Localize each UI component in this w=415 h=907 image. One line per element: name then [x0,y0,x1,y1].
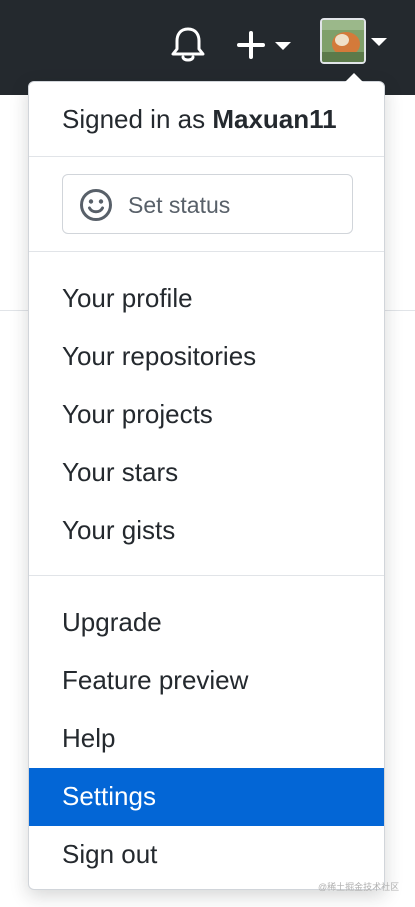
caret-down-icon [275,42,291,50]
menu-item-label: Your gists [62,515,176,545]
menu-item-your-projects[interactable]: Your projects [29,386,384,444]
menu-item-sign-out[interactable]: Sign out [29,826,384,884]
menu-item-label: Feature preview [62,665,249,695]
menu-item-label: Your projects [62,399,213,429]
menu-item-label: Help [62,723,116,753]
user-dropdown-menu: Signed in as Maxuan11 Set status Your pr… [28,73,385,890]
bell-icon [171,27,205,62]
divider [29,575,384,576]
menu-item-label: Settings [62,781,156,811]
menu-item-upgrade[interactable]: Upgrade [29,594,384,652]
menu-item-label: Sign out [62,839,158,869]
signed-in-header: Signed in as Maxuan11 [62,104,337,135]
menu-item-your-stars[interactable]: Your stars [29,444,384,502]
menu-item-label: Your stars [62,457,179,487]
menu-item-label: Your profile [62,283,193,313]
menu-item-settings[interactable]: Settings [29,768,384,826]
caret-down-icon [371,38,387,46]
dropdown-caret [345,73,363,82]
avatar [320,18,366,64]
username: Maxuan11 [212,104,337,134]
menu-item-help[interactable]: Help [29,710,384,768]
smiley-icon [80,189,112,221]
menu-item-your-gists[interactable]: Your gists [29,502,384,560]
notifications-button[interactable] [170,26,206,64]
signed-in-prefix: Signed in as [62,104,206,134]
menu-item-your-profile[interactable]: Your profile [29,270,384,328]
divider [29,156,384,157]
menu-item-feature-preview[interactable]: Feature preview [29,652,384,710]
set-status-label: Set status [128,192,231,218]
set-status-button[interactable]: Set status [62,174,353,234]
create-new-button[interactable] [236,28,296,62]
divider [29,251,384,252]
menu-item-label: Upgrade [62,607,162,637]
menu-item-label: Your repositories [62,341,257,371]
watermark: @稀土掘金技术社区 [318,882,400,892]
menu-item-your-repositories[interactable]: Your repositories [29,328,384,386]
user-menu-button[interactable] [320,18,392,70]
plus-icon [237,31,265,59]
